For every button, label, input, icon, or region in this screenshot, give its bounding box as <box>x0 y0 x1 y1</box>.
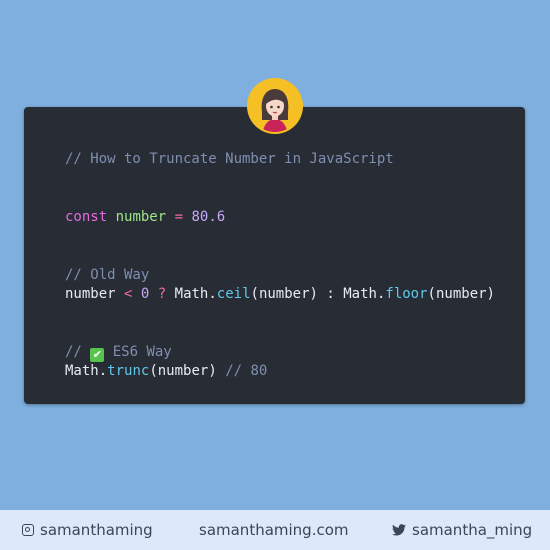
comment-prefix: // <box>65 344 82 360</box>
old-way-line: number < 0 ? Math.ceil(number) : Math.fl… <box>65 285 495 303</box>
es6-way-comment: // ✔ ES6 Way <box>65 343 172 362</box>
ceil-function: ceil <box>216 286 251 302</box>
instagram-handle-link[interactable]: samanthaming <box>22 521 153 539</box>
zero-literal: 0 <box>140 286 150 302</box>
check-mark-icon: ✔ <box>90 348 105 362</box>
code-token: (number) <box>149 363 217 379</box>
code-card: // How to Truncate Number in JavaScript … <box>24 107 525 404</box>
code-token: number <box>65 286 116 302</box>
avatar-illustration <box>249 80 301 132</box>
number-literal: 80.6 <box>191 209 226 225</box>
footer-bar: samanthaming samanthaming.com samantha_m… <box>0 510 550 550</box>
title-comment: // How to Truncate Number in JavaScript <box>65 151 394 167</box>
website-link[interactable]: samanthaming.com <box>199 521 349 539</box>
lt-operator: < <box>124 286 133 302</box>
es6-way-line: Math.trunc(number) // 80 <box>65 362 267 380</box>
assign-operator: = <box>174 209 184 225</box>
twitter-handle: samantha_ming <box>412 521 533 539</box>
math-object: Math. <box>65 363 108 379</box>
instagram-icon <box>22 524 34 536</box>
declaration-line: const number = 80.6 <box>65 208 225 226</box>
twitter-handle-link[interactable]: samantha_ming <box>392 521 532 539</box>
website-url: samanthaming.com <box>199 521 349 539</box>
twitter-icon <box>392 524 406 536</box>
variable-name: number <box>115 209 167 225</box>
result-comment: // 80 <box>225 363 268 379</box>
code-block: // How to Truncate Number in JavaScript … <box>65 107 525 404</box>
const-keyword: const <box>65 209 108 225</box>
math-object: Math. <box>174 286 217 302</box>
ternary-operator: ? <box>157 286 167 302</box>
code-token: (number) : <box>250 286 344 302</box>
math-object: Math. <box>343 286 386 302</box>
code-token: (number) <box>427 286 495 302</box>
old-way-comment: // Old Way <box>65 267 150 283</box>
instagram-handle: samanthaming <box>40 521 153 539</box>
trunc-function: trunc <box>107 363 150 379</box>
floor-function: floor <box>385 286 428 302</box>
comment-text: ES6 Way <box>112 344 172 360</box>
avatar <box>249 80 301 132</box>
